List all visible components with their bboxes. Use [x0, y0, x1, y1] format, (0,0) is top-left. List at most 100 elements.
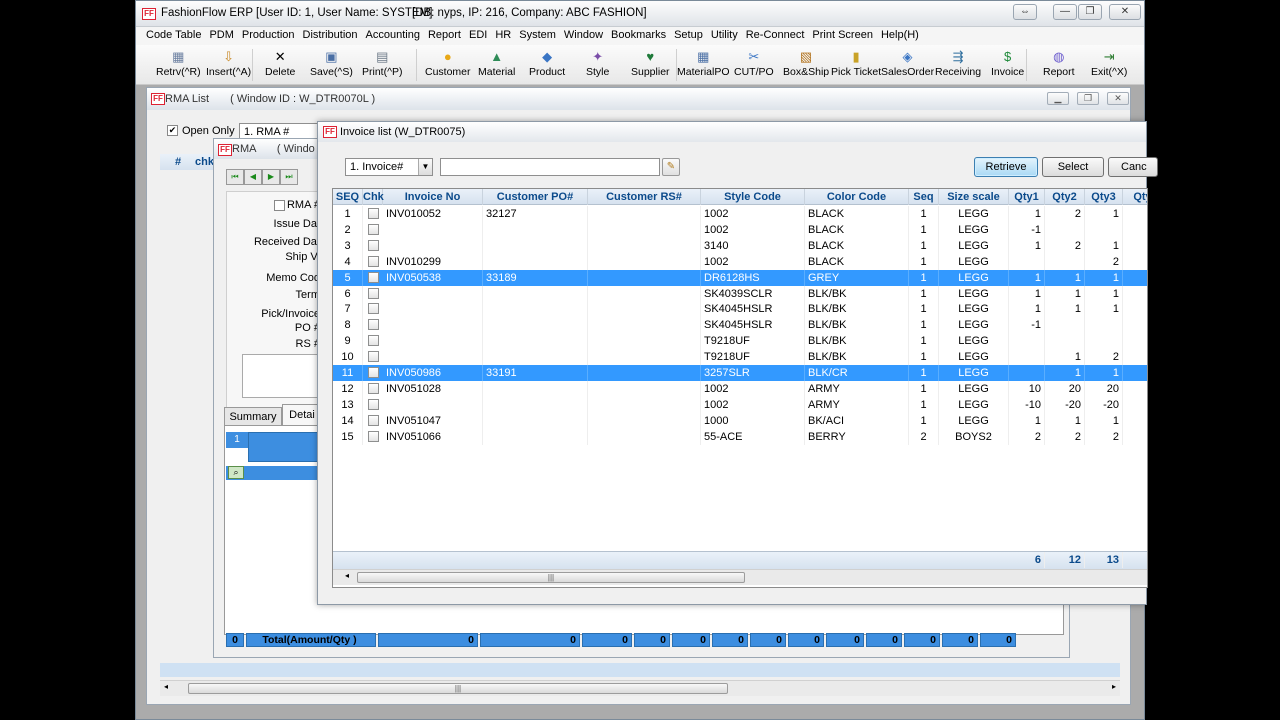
table-row[interactable]: 7 SK4045HSLR BLK/BK 1 LEGG 1 1 1: [333, 301, 1147, 318]
col-header-q3[interactable]: Qty3: [1085, 189, 1123, 205]
row-checkbox[interactable]: [368, 271, 379, 283]
table-row[interactable]: 12 INV051028 1002 ARMY 1 LEGG 10 20 20: [333, 380, 1147, 397]
toolbar-material-button[interactable]: ▲ Material: [478, 47, 515, 78]
menu-window[interactable]: Window: [560, 27, 607, 43]
toolbar-receiving-button[interactable]: ⇶ Receiving: [935, 47, 981, 78]
invoice-grid-hscrollbar[interactable]: ◂ |||: [333, 569, 1147, 585]
row-checkbox[interactable]: [368, 255, 379, 267]
invoice-search-combo[interactable]: 1. Invoice# ▼: [345, 158, 433, 176]
table-row[interactable]: 5 INV050538 33189 DR6128HS GREY 1 LEGG 1 1 1: [333, 269, 1147, 286]
table-row[interactable]: 11 INV050986 33191 3257SLR BLK/CR 1 LEGG 1 1: [333, 365, 1147, 381]
row-checkbox[interactable]: [368, 223, 379, 235]
row-checkbox[interactable]: [368, 319, 379, 331]
col-header-seq[interactable]: SEQ: [333, 189, 363, 205]
menu-production[interactable]: Production: [238, 27, 299, 43]
open-only-checkbox[interactable]: ✔: [167, 125, 178, 136]
menu-help[interactable]: Help(H): [877, 27, 923, 43]
table-row[interactable]: 8 SK4045HSLR BLK/BK 1 LEGG -1: [333, 317, 1147, 334]
row-checkbox[interactable]: [368, 287, 379, 299]
rma-list-scroll-thumb[interactable]: |||: [188, 683, 728, 694]
menu-pdm[interactable]: PDM: [205, 27, 237, 43]
toolbar-delete-button[interactable]: ✕ Delete: [265, 47, 295, 78]
table-row[interactable]: 13 1002 ARMY 1 LEGG -10 -20 -20: [333, 396, 1147, 413]
toolbar-insert-button[interactable]: ⇩ Insert(^A): [206, 47, 251, 78]
col-header-q1[interactable]: Qty1: [1009, 189, 1045, 205]
col-header-color[interactable]: Color Code: [805, 189, 909, 205]
col-header-style[interactable]: Style Code: [701, 189, 805, 205]
menu-accounting[interactable]: Accounting: [362, 27, 424, 43]
menu-report[interactable]: Report: [424, 27, 465, 43]
chevron-down-icon[interactable]: ▼: [418, 159, 432, 175]
menu-hr[interactable]: HR: [491, 27, 515, 43]
memo-textarea[interactable]: [242, 354, 322, 398]
menu-print-screen[interactable]: Print Screen: [808, 27, 877, 43]
table-row[interactable]: 14 INV051047 1000 BK/ACI 1 LEGG 1 1 1: [333, 412, 1147, 429]
cancel-button[interactable]: Canc: [1108, 157, 1158, 177]
tab-summary[interactable]: Summary: [224, 407, 282, 426]
col-header-inv[interactable]: Invoice No: [383, 189, 483, 205]
col-header-rs[interactable]: Customer RS#: [588, 189, 701, 205]
toolbar-exit-button[interactable]: ⇥ Exit(^X): [1091, 47, 1127, 78]
invoice-grid-scroll-thumb[interactable]: |||: [357, 572, 745, 583]
col-header-s[interactable]: Seq: [909, 189, 939, 205]
toolbar-salesorder-button[interactable]: ◈ SalesOrder: [881, 47, 934, 78]
close-icon[interactable]: ✕: [1109, 4, 1141, 20]
select-button[interactable]: Select: [1042, 157, 1104, 177]
menu-distribution[interactable]: Distribution: [299, 27, 362, 43]
menu-reconnect[interactable]: Re-Connect: [742, 27, 809, 43]
table-row[interactable]: 9 T9218UF BLK/BK 1 LEGG: [333, 333, 1147, 350]
menu-system[interactable]: System: [515, 27, 560, 43]
table-row[interactable]: 1 INV010052 32127 1002 BLACK 1 LEGG 1 2 1: [333, 206, 1147, 222]
minimize-icon[interactable]: —: [1053, 4, 1077, 20]
row-checkbox[interactable]: [368, 382, 379, 394]
col-header-po[interactable]: Customer PO#: [483, 189, 588, 205]
toolbar-boxship-button[interactable]: ▧ Box&Ship: [783, 47, 829, 78]
toolbar-retrieve-button[interactable]: ▦ Retrv(^R): [156, 47, 201, 78]
rma-list-maximize-icon[interactable]: ❐: [1077, 92, 1099, 105]
col-header-chk[interactable]: Chk: [363, 189, 384, 205]
last-record-icon[interactable]: ⏭: [280, 169, 298, 185]
row-checkbox[interactable]: [368, 430, 379, 442]
toolbar-save-button[interactable]: ▣ Save(^S): [310, 47, 353, 78]
scroll-left-icon[interactable]: ◂: [164, 682, 168, 691]
prev-record-icon[interactable]: ◀: [244, 169, 262, 185]
next-record-icon[interactable]: ▶: [262, 169, 280, 185]
toolbar-invoice-button[interactable]: $ Invoice: [991, 47, 1024, 78]
menu-setup[interactable]: Setup: [670, 27, 707, 43]
col-header-scale[interactable]: Size scale: [939, 189, 1009, 205]
table-row[interactable]: 4 INV010299 1002 BLACK 1 LEGG 2: [333, 253, 1147, 270]
row-checkbox[interactable]: [368, 335, 379, 347]
row-checkbox[interactable]: [368, 303, 379, 315]
rma-list-minimize-icon[interactable]: ▁: [1047, 92, 1069, 105]
search-icon[interactable]: ✎: [662, 158, 680, 176]
row-checkbox[interactable]: [368, 398, 379, 410]
row-checkbox[interactable]: [368, 239, 379, 251]
switch-icon[interactable]: ⇔: [1013, 4, 1037, 20]
retrieve-button[interactable]: Retrieve: [974, 157, 1038, 177]
row-checkbox[interactable]: [368, 414, 379, 426]
rma-list-close-icon[interactable]: ✕: [1107, 92, 1129, 105]
toolbar-product-button[interactable]: ◆ Product: [529, 47, 565, 78]
toolbar-pickticket-button[interactable]: ▮ Pick Ticket: [831, 47, 881, 78]
invoice-search-input[interactable]: [440, 158, 660, 176]
table-row[interactable]: 15 INV051066 55-ACE BERRY 2 BOYS2 2 2 2: [333, 428, 1147, 445]
toolbar-print-button[interactable]: ▤ Print(^P): [362, 47, 403, 78]
detail-row-cells[interactable]: [248, 432, 318, 462]
grid-scroll-left-icon[interactable]: ◂: [345, 571, 349, 580]
first-record-icon[interactable]: ⏮: [226, 169, 244, 185]
col-header-q4[interactable]: Qty: [1123, 189, 1147, 205]
scroll-right-icon[interactable]: ▸: [1112, 682, 1116, 691]
toolbar-customer-button[interactable]: ● Customer: [425, 47, 471, 78]
table-row[interactable]: 6 SK4039SCLR BLK/BK 1 LEGG 1 1 1: [333, 285, 1147, 302]
table-row[interactable]: 3 3140 BLACK 1 LEGG 1 2 1: [333, 237, 1147, 254]
row-checkbox[interactable]: [368, 367, 379, 378]
detail-search-icon[interactable]: ⌕: [228, 466, 244, 479]
row-checkbox[interactable]: [368, 351, 379, 363]
maximize-icon[interactable]: ❐: [1078, 4, 1102, 20]
toolbar-report-button[interactable]: ◍ Report: [1043, 47, 1075, 78]
toolbar-cutpo-button[interactable]: ✂ CUT/PO: [734, 47, 774, 78]
menu-utility[interactable]: Utility: [707, 27, 742, 43]
row-checkbox[interactable]: [368, 208, 379, 219]
menu-code-table[interactable]: Code Table: [142, 27, 205, 43]
rma-list-hscrollbar[interactable]: ◂ ||| ▸: [160, 680, 1120, 696]
